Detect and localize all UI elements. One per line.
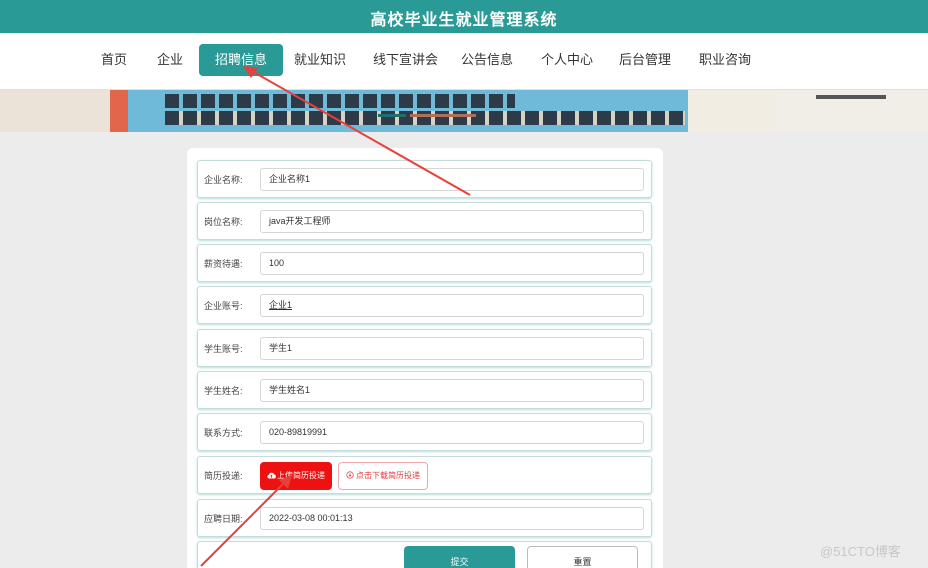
nav-item-personal-center[interactable]: 个人中心 [541,44,593,76]
form-actions-row: 提交 重置 [197,541,652,568]
salary-input[interactable]: 100 [260,252,644,275]
banner-image-part [688,90,776,132]
top-header-bar: 高校毕业生就业管理系统 [0,0,928,33]
field-label: 薪资待遇: [204,259,243,269]
banner-carousel[interactable] [0,90,928,132]
system-title: 高校毕业生就业管理系统 [370,12,558,29]
reset-button[interactable]: 重置 [527,546,638,568]
upload-resume-label: 上传简历投递 [277,471,325,480]
form-row-contact: 联系方式: 020-89819991 [197,413,652,451]
nav-item-job-postings[interactable]: 招聘信息 [199,44,284,76]
field-label: 企业名称: [204,175,243,185]
student-name-input[interactable]: 学生姓名1 [260,379,644,402]
download-resume-label: 点击下载简历投递 [356,471,420,480]
nav-item-home[interactable]: 首页 [101,44,127,76]
application-form-card: 企业名称: 企业名称1 岗位名称: java开发工程师 薪资待遇: 100 企业… [187,148,663,568]
field-label: 企业账号: [204,301,243,311]
watermark-text: @51CTO博客 [820,544,901,559]
nav-item-offline-seminars[interactable]: 线下宣讲会 [373,44,438,76]
form-row-salary: 薪资待遇: 100 [197,244,652,282]
form-row-student-account: 学生账号: 学生1 [197,329,652,367]
nav-item-employment-knowledge[interactable]: 就业知识 [294,44,346,76]
field-label: 学生姓名: [204,386,243,396]
download-resume-button[interactable]: 点击下载简历投递 [338,462,428,490]
form-row-student-name: 学生姓名: 学生姓名1 [197,371,652,409]
nav-item-announcements[interactable]: 公告信息 [461,44,513,76]
form-row-apply-date: 应聘日期: 2022-03-08 00:01:13 [197,499,652,537]
student-account-input[interactable]: 学生1 [260,337,644,360]
field-label: 学生账号: [204,344,243,354]
banner-image-part [816,95,886,99]
field-label: 联系方式: [204,428,243,438]
position-name-input[interactable]: java开发工程师 [260,210,644,233]
company-account-input[interactable]: 企业1 [260,294,644,317]
upload-resume-button[interactable]: 上传简历投递 [260,462,332,490]
nav-item-admin[interactable]: 后台管理 [619,44,671,76]
company-name-input[interactable]: 企业名称1 [260,168,644,191]
nav-item-companies[interactable]: 企业 [157,44,183,76]
form-row-position-name: 岗位名称: java开发工程师 [197,202,652,240]
carousel-indicator[interactable] [410,114,476,117]
form-row-company-account: 企业账号: 企业1 [197,286,652,324]
field-label: 应聘日期: [204,514,243,524]
carousel-indicator-active[interactable] [378,114,406,117]
banner-keyboard-row [165,94,515,108]
form-row-resume: 简历投递: 上传简历投递 点击下载简历投递 [197,456,652,494]
apply-date-input[interactable]: 2022-03-08 00:01:13 [260,507,644,530]
banner-image-part [0,90,110,132]
field-label: 简历投递: [204,471,243,481]
form-row-company-name: 企业名称: 企业名称1 [197,160,652,198]
field-label: 岗位名称: [204,217,243,227]
nav-item-career-consulting[interactable]: 职业咨询 [699,44,751,76]
cloud-upload-icon [267,472,276,479]
submit-button[interactable]: 提交 [404,546,515,568]
download-circle-icon [346,471,354,479]
main-nav: 首页 企业 招聘信息 就业知识 线下宣讲会 公告信息 个人中心 后台管理 职业咨… [0,33,928,90]
banner-image-part [110,90,128,132]
contact-input[interactable]: 020-89819991 [260,421,644,444]
